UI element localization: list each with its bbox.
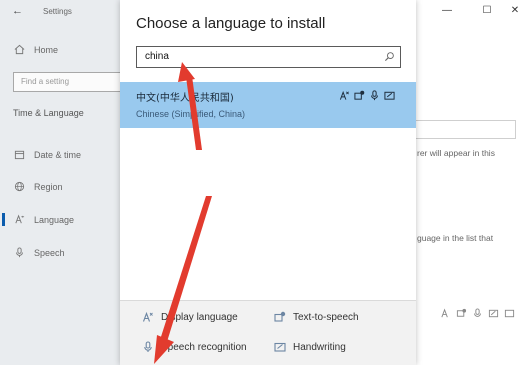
background-feature-icons [440,308,515,322]
language-search-input[interactable]: china [136,46,401,68]
feature-legend: Display language Text-to-speech Speech r… [120,301,416,365]
close-button[interactable]: ✕ [508,4,522,18]
find-setting-input[interactable]: Find a setting [13,72,123,92]
language-feature-icons [339,90,395,101]
window-controls: — ☐ ✕ [416,0,526,24]
choose-language-dialog: Choose a language to install china 中文(中华… [120,0,416,365]
settings-title-bar: ← Settings [0,0,120,26]
language-result-row[interactable]: 中文(中华人民共和国) Chinese (Simplified, China) [120,82,416,128]
handwriting-icon [274,342,286,352]
legend-label: Text-to-speech [293,311,359,323]
speech-recognition-icon [472,308,483,322]
microphone-icon [14,247,25,258]
home-icon [14,44,25,55]
sidebar-item-speech[interactable]: Speech [14,247,65,258]
handwriting-icon [488,308,499,322]
background-input-edge [416,120,516,139]
dialog-title: Choose a language to install [136,15,326,32]
section-title: Time & Language [13,108,84,118]
display-language-icon [339,90,350,101]
feature-icon [504,308,515,322]
search-input-value[interactable]: china [145,51,169,62]
sidebar-item-region[interactable]: Region [14,181,63,192]
nav-home[interactable]: Home [14,44,58,55]
sidebar-item-label: Speech [34,247,65,258]
text-to-speech-icon [274,311,286,322]
text-to-speech-icon [456,308,467,322]
maximize-button[interactable]: ☐ [480,4,494,18]
back-arrow-icon[interactable]: ← [12,5,23,17]
handwriting-icon [384,90,395,101]
sidebar-item-label: Language [34,214,75,225]
language-icon [14,214,25,225]
text-to-speech-icon [354,90,365,101]
display-language-icon [142,311,153,322]
legend-label: Display language [161,311,238,323]
nav-home-label: Home [34,44,59,55]
sidebar-item-language[interactable]: Language [1,213,75,226]
language-english-name: Chinese (Simplified, China) [136,109,246,119]
legend-label: Speech recognition [161,341,247,353]
background-text: guage in the list that [417,233,494,243]
search-icon[interactable] [384,51,395,62]
legend-display-language: Display language [142,311,238,323]
background-text: rer will appear in this [417,148,495,158]
calendar-icon [14,149,25,160]
legend-speech-recognition: Speech recognition [142,341,247,353]
legend-text-to-speech: Text-to-speech [274,311,359,323]
legend-handwriting: Handwriting [274,341,346,353]
minimize-button[interactable]: — [440,4,454,18]
globe-icon [14,181,25,192]
speech-recognition-icon [369,90,380,101]
sidebar-item-label: Region [34,181,63,192]
settings-sidebar: ← Settings Home Find a setting Time & La… [0,0,123,365]
language-native-name: 中文(中华人民共和国) [136,93,234,104]
legend-label: Handwriting [293,341,346,353]
display-language-icon [440,308,451,322]
speech-recognition-icon [144,341,152,352]
sidebar-item-label: Date & time [34,149,82,160]
sidebar-item-date-time[interactable]: Date & time [14,149,81,160]
app-title: Settings [43,7,72,16]
